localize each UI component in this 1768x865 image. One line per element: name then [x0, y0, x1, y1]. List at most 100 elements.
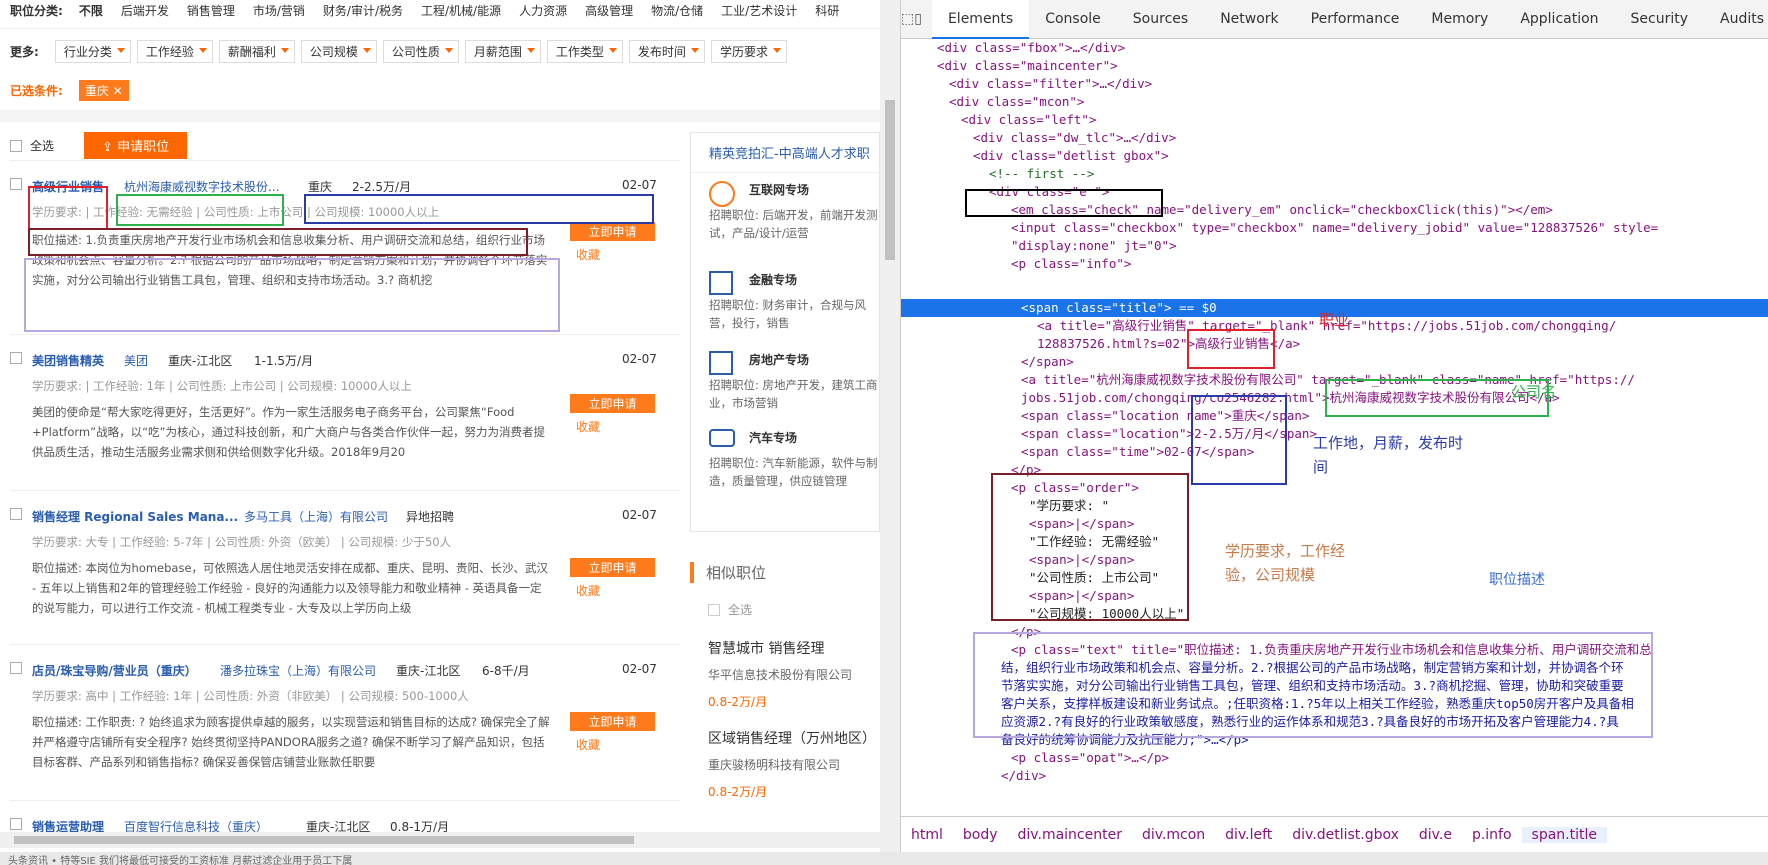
selected-tag[interactable]: 重庆 ✕ — [78, 80, 129, 101]
dom-node[interactable]: <div class="filter">…</div> — [949, 75, 1152, 93]
dropdown-date[interactable]: 发布时间 — [628, 40, 705, 63]
dom-node[interactable]: <div class="fbox">…</div> — [937, 39, 1125, 57]
filter-opt[interactable]: 后端开发 — [121, 2, 169, 19]
similar-job-company: 重庆骏杨明科技有限公司 — [708, 758, 841, 772]
horizontal-scrollbar[interactable] — [0, 832, 880, 848]
tab-performance[interactable]: Performance — [1295, 0, 1416, 39]
job-date: 02-07 — [622, 178, 657, 192]
breadcrumb: html body div.maincenter div.mcon div.le… — [901, 816, 1768, 852]
apply-now-button[interactable]: 立即申请 — [570, 558, 655, 577]
filter-opt[interactable]: 销售管理 — [187, 2, 235, 19]
job-title[interactable]: 店员/珠宝导购/营业员（重庆） — [32, 664, 197, 678]
tab-memory[interactable]: Memory — [1415, 0, 1504, 39]
dropdown-benefits[interactable]: 薪酬福利 — [218, 40, 295, 63]
tab-audits[interactable]: Audits — [1704, 0, 1768, 39]
job-location: 重庆 — [308, 180, 333, 194]
dom-node[interactable]: <div class="detlist gbox"> — [973, 147, 1169, 165]
job-location: 异地招聘 — [406, 510, 455, 524]
crumb[interactable]: div.maincenter — [1008, 827, 1132, 843]
job-checkbox[interactable] — [10, 508, 22, 520]
job-checkbox[interactable] — [10, 818, 22, 830]
filter-opt[interactable]: 人力资源 — [519, 2, 567, 19]
car-icon — [709, 429, 735, 447]
similar-job-title[interactable]: 区域销售经理（万州地区） — [708, 728, 880, 748]
sidebar-item-internet[interactable]: 互联网专场 招聘职位: 后端开发，前端开发测试，产品/设计/运营 — [709, 181, 879, 242]
dom-node[interactable]: <div class="mcon"> — [949, 93, 1084, 111]
favorite-button[interactable]: 收藏 — [576, 736, 600, 753]
job-description: 职位描述: 工作职责: ? 始终追求为顾客提供卓越的服务，以实现营运和销售目标的… — [32, 715, 550, 769]
similar-job-title[interactable]: 智慧城市 销售经理 — [708, 638, 880, 658]
dom-node[interactable]: <div class="maincenter"> — [937, 57, 1118, 75]
status-bar: 头条资讯 • 特等SIE 我们将最低可接受的工资标准 月薪过滤企业用于员工下属 — [0, 852, 1768, 865]
crumb[interactable]: div.left — [1215, 827, 1282, 843]
crumb[interactable]: span.title — [1521, 826, 1608, 843]
apply-now-button[interactable]: 立即申请 — [570, 394, 655, 413]
dropdown-education[interactable]: 学历要求 — [710, 40, 787, 63]
selected-dom-node[interactable]: <span class="title"> == $0 — [1021, 299, 1217, 317]
similar-select-all-checkbox[interactable] — [708, 603, 720, 616]
sidebar-item-desc: 招聘职位: 后端开发，前端开发测试，产品/设计/运营 — [709, 208, 878, 240]
tab-network[interactable]: Network — [1204, 0, 1294, 39]
favorite-button[interactable]: 收藏 — [576, 418, 600, 435]
vertical-scrollbar[interactable] — [880, 0, 900, 852]
crumb[interactable]: div.detlist.gbox — [1282, 827, 1409, 843]
apply-now-button[interactable]: 立即申请 — [570, 222, 655, 241]
dropdown-nature[interactable]: 公司性质 — [382, 40, 459, 63]
dropdown-industry[interactable]: 行业分类 — [54, 40, 131, 63]
filter-opt[interactable]: 市场/营销 — [253, 2, 305, 19]
dropdown-experience[interactable]: 工作经验 — [136, 40, 213, 63]
dropdown-jobtype[interactable]: 工作类型 — [546, 40, 623, 63]
tab-sources[interactable]: Sources — [1117, 0, 1204, 39]
tab-console[interactable]: Console — [1029, 0, 1117, 39]
favorite-button[interactable]: 收藏 — [576, 582, 600, 599]
dom-node[interactable]: <input class="checkbox" type="checkbox" … — [1011, 219, 1658, 237]
dom-node[interactable]: <div class="dw_tlc">…</div> — [973, 129, 1176, 147]
sidebar-item-title: 金融专场 — [749, 273, 798, 287]
filter-opt[interactable]: 工程/机械/能源 — [421, 2, 501, 19]
similar-job-salary: 0.8-2万/月 — [708, 785, 768, 799]
tab-elements[interactable]: Elements — [931, 0, 1030, 39]
dropdown-salary[interactable]: 月薪范围 — [464, 40, 541, 63]
crumb[interactable]: html — [901, 827, 953, 843]
dom-tree: <div class="fbox">…</div> <div class="ma… — [901, 39, 1768, 839]
tab-application[interactable]: Application — [1504, 0, 1614, 39]
filter-opt[interactable]: 高级管理 — [585, 2, 633, 19]
filter-opt[interactable]: 工业/艺术设计 — [721, 2, 797, 19]
filter-opt[interactable]: 不限 — [79, 2, 103, 19]
device-icon[interactable]: ▯ — [914, 11, 922, 27]
filter-opt[interactable]: 财务/审计/税务 — [323, 2, 403, 19]
inspect-icon[interactable]: ⬚ — [901, 11, 914, 27]
crumb[interactable]: p.info — [1462, 827, 1522, 843]
crumb[interactable]: div.e — [1409, 827, 1462, 843]
list-toolbar: 全选 ⇪ 申请职位 — [10, 132, 188, 159]
select-all-checkbox[interactable] — [10, 139, 22, 152]
job-title[interactable]: 美团销售精英 — [32, 354, 104, 368]
apply-jobs-button[interactable]: ⇪ 申请职位 — [84, 132, 188, 159]
company-name[interactable]: 多马工具（上海）有限公司 — [244, 510, 388, 524]
job-checkbox[interactable] — [10, 178, 22, 190]
favorite-button[interactable]: 收藏 — [576, 246, 600, 263]
dom-node[interactable]: <p class="opat">…</p> — [1011, 749, 1169, 767]
sidebar-item-finance[interactable]: 金融专场 招聘职位: 财务审计，合规与风营，投行，销售 — [709, 271, 879, 332]
apply-now-button[interactable]: 立即申请 — [570, 712, 655, 731]
company-name[interactable]: 潘多拉珠宝（上海）有限公司 — [220, 664, 376, 678]
company-name[interactable]: 杭州海康威视数字技术股份... — [124, 180, 279, 194]
dropdown-size[interactable]: 公司规模 — [300, 40, 377, 63]
status-text: 头条资讯 • 特等SIE 我们将最低可接受的工资标准 月薪过滤企业用于员工下属 — [8, 856, 353, 865]
crumb[interactable]: body — [953, 827, 1008, 843]
job-date: 02-07 — [622, 662, 657, 676]
filter-opt[interactable]: 科研 — [815, 2, 839, 19]
sidebar-item-auto[interactable]: 汽车专场 招聘职位: 汽车新能源，软件与制造，质量管理，供应链管理 — [709, 429, 879, 490]
close-icon[interactable]: ✕ — [113, 84, 123, 98]
sidebar-item-title: 房地产专场 — [749, 353, 810, 367]
job-checkbox[interactable] — [10, 662, 22, 674]
sidebar-item-realestate[interactable]: 房地产专场 招聘职位: 房地产开发，建筑工商业，市场营销 — [709, 351, 879, 412]
dom-node[interactable]: <div class="left"> — [961, 111, 1096, 129]
company-name[interactable]: 美团 — [124, 354, 148, 368]
dom-node[interactable]: <p class="info"> — [1011, 255, 1131, 273]
tab-security[interactable]: Security — [1615, 0, 1705, 39]
crumb[interactable]: div.mcon — [1132, 827, 1215, 843]
job-checkbox[interactable] — [10, 352, 22, 364]
filter-opt[interactable]: 物流/仓储 — [651, 2, 703, 19]
job-title[interactable]: 销售经理 Regional Sales Mana... — [32, 510, 238, 524]
